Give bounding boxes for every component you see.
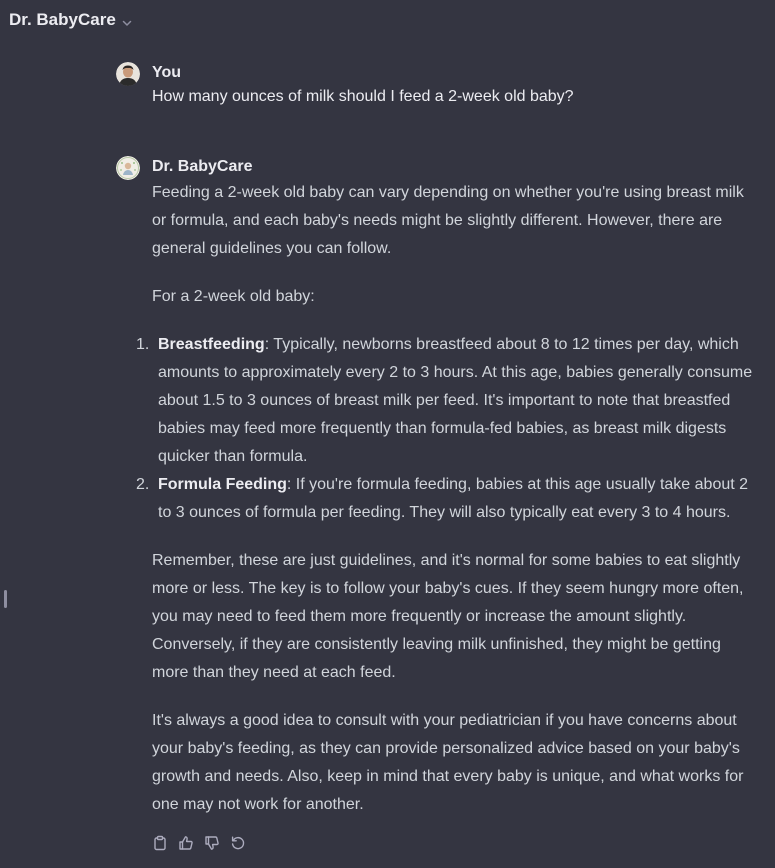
user-message-text: How many ounces of milk should I feed a … bbox=[152, 88, 574, 105]
list-item-text: : Typically, newborns breastfeed about 8… bbox=[158, 336, 753, 465]
response-closing: It's always a good idea to consult with … bbox=[152, 712, 744, 813]
list-item-breastfeeding: 1. Breastfeeding: Typically, newborns bre… bbox=[136, 331, 756, 471]
header-title: Dr. BabyCare bbox=[9, 10, 116, 29]
response-reminder: Remember, these are just guidelines, and… bbox=[152, 552, 744, 681]
sidebar-resize-handle[interactable] bbox=[4, 590, 7, 608]
list-item-formula-feeding: 2. Formula Feeding: If you're formula fee… bbox=[136, 471, 756, 527]
response-lead: For a 2-week old baby: bbox=[152, 288, 315, 305]
response-intro: Feeding a 2-week old baby can vary depen… bbox=[152, 184, 744, 257]
list-item-title: Breastfeeding bbox=[158, 336, 265, 353]
regenerate-icon[interactable] bbox=[230, 835, 246, 851]
assistant-message: Dr. BabyCare Feeding a 2-week old baby c… bbox=[116, 156, 756, 851]
thumbs-down-icon[interactable] bbox=[204, 835, 220, 851]
list-number: 1. bbox=[136, 336, 150, 353]
list-number: 2. bbox=[136, 476, 150, 493]
user-message: You How many ounces of milk should I fee… bbox=[116, 62, 756, 110]
user-author: You bbox=[152, 64, 182, 81]
assistant-author: Dr. BabyCare bbox=[152, 158, 253, 175]
model-selector[interactable]: Dr. BabyCare bbox=[9, 8, 132, 32]
assistant-avatar bbox=[116, 156, 140, 180]
chat-app: Dr. BabyCare You How many ounces of milk… bbox=[0, 0, 775, 868]
user-avatar bbox=[116, 62, 140, 86]
copy-icon[interactable] bbox=[152, 835, 168, 851]
chevron-down-icon bbox=[122, 15, 132, 26]
feeding-list: 1. Breastfeeding: Typically, newborns bre… bbox=[136, 331, 756, 527]
message-actions bbox=[152, 835, 756, 851]
list-item-title: Formula Feeding bbox=[158, 476, 287, 493]
thumbs-up-icon[interactable] bbox=[178, 835, 194, 851]
